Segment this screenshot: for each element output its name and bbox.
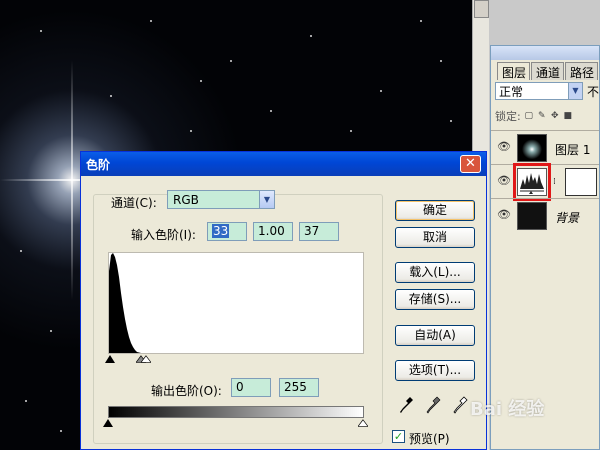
red-highlight-box xyxy=(513,163,551,201)
star xyxy=(380,90,382,92)
lock-transparent-icon[interactable]: ▢ xyxy=(524,111,534,121)
tab-paths[interactable]: 路径 xyxy=(565,62,598,80)
cancel-button[interactable]: 取消 xyxy=(395,227,475,248)
load-button[interactable]: 载入(L)... xyxy=(395,262,475,283)
ok-button[interactable]: 确定 xyxy=(395,200,475,221)
star xyxy=(270,110,272,112)
layer-name: 图层 1 xyxy=(555,143,591,157)
layer-row-levels-adjustment[interactable]: 👁 ⁞ xyxy=(491,163,599,201)
watermark: Bai 经验 xyxy=(470,399,545,420)
star xyxy=(150,20,152,22)
channel-label: 通道(C): xyxy=(111,196,157,210)
star xyxy=(420,20,422,22)
histogram xyxy=(108,252,364,354)
layer-name: 背景 xyxy=(555,211,580,225)
lock-paint-icon[interactable]: ✎ xyxy=(537,111,547,121)
layer-row[interactable]: 👁 背景 xyxy=(491,198,599,232)
input-level-black-field[interactable]: 33 xyxy=(207,222,247,241)
gray-eyedropper-icon[interactable] xyxy=(426,395,442,415)
output-level-black-field[interactable]: 0 xyxy=(231,378,271,397)
opacity-label: 不 xyxy=(587,85,600,99)
blend-mode-value: 正常 xyxy=(499,84,524,99)
lock-move-icon[interactable]: ✥ xyxy=(550,111,560,121)
input-black-slider[interactable] xyxy=(105,355,115,363)
lock-label: 锁定: xyxy=(495,110,521,123)
input-levels-label: 输入色阶(I): xyxy=(131,228,196,242)
preview-label: 预览(P) xyxy=(409,432,450,446)
options-button[interactable]: 选项(T)... xyxy=(395,360,475,381)
eye-icon[interactable]: 👁 xyxy=(497,141,511,153)
star xyxy=(25,400,27,402)
layer-thumbnail xyxy=(517,134,547,162)
input-level-white-field[interactable]: 37 xyxy=(299,222,339,241)
auto-button[interactable]: 自动(A) xyxy=(395,325,475,346)
layer-mask-thumbnail[interactable] xyxy=(565,168,597,196)
layers-panel: 图层 通道 路径 正常 ▼ 不 锁定: ▢ ✎ ✥ ■ 👁 图层 1 👁 ⁞ 👁… xyxy=(490,45,600,450)
tab-channels[interactable]: 通道 xyxy=(531,62,564,80)
lock-row: 锁定: ▢ ✎ ✥ ■ xyxy=(495,108,573,124)
histogram-shape xyxy=(109,253,141,353)
input-level-gamma-field[interactable]: 1.00 xyxy=(253,222,293,241)
star xyxy=(50,330,52,332)
preview-checkbox[interactable]: ✓ xyxy=(392,430,405,443)
blend-mode-select[interactable]: 正常 ▼ xyxy=(495,82,583,100)
scrollbar-thumb[interactable] xyxy=(474,0,489,18)
output-levels-label: 输出色阶(O): xyxy=(151,384,222,398)
output-level-white-field[interactable]: 255 xyxy=(279,378,319,397)
chevron-down-icon: ▼ xyxy=(568,83,582,99)
layer-row[interactable]: 👁 图层 1 xyxy=(491,130,599,164)
histogram-graph xyxy=(109,253,141,353)
output-gradient-bar xyxy=(108,406,364,418)
black-eyedropper-icon[interactable] xyxy=(399,395,415,415)
save-button[interactable]: 存储(S)... xyxy=(395,289,475,310)
star xyxy=(40,30,42,32)
star xyxy=(350,130,352,132)
star xyxy=(440,60,442,62)
star xyxy=(200,80,202,82)
star xyxy=(310,35,312,37)
close-icon[interactable]: ✕ xyxy=(460,155,481,173)
chain-link-icon: ⁞ xyxy=(553,177,556,187)
star-ray-vertical xyxy=(71,60,73,300)
output-white-slider[interactable] xyxy=(358,419,368,428)
layers-panel-titlebar[interactable] xyxy=(491,46,599,60)
dialog-title: 色阶 xyxy=(86,157,111,172)
input-level-black-value: 33 xyxy=(212,224,230,238)
white-eyedropper-icon[interactable] xyxy=(453,395,469,415)
dialog-titlebar[interactable]: 色阶 xyxy=(81,152,486,176)
star xyxy=(450,120,452,122)
star xyxy=(110,95,112,97)
lock-all-icon[interactable]: ■ xyxy=(563,111,573,121)
star xyxy=(190,130,192,132)
layer-thumbnail xyxy=(517,202,547,230)
channel-value: RGB xyxy=(173,192,199,207)
output-black-slider[interactable] xyxy=(103,419,113,427)
channel-select[interactable]: RGB ▼ xyxy=(167,190,275,209)
star xyxy=(60,430,62,432)
chevron-down-icon: ▼ xyxy=(259,191,274,208)
star xyxy=(20,250,22,252)
input-white-slider[interactable] xyxy=(141,355,151,364)
star xyxy=(230,60,232,62)
layers-panel-tabs: 图层 通道 路径 xyxy=(497,62,599,80)
eye-icon[interactable]: 👁 xyxy=(497,175,511,187)
tab-layers[interactable]: 图层 xyxy=(497,62,530,80)
levels-dialog: 色阶 ✕ 通道(C): RGB ▼ 输入色阶(I): 33 1.00 37 输出… xyxy=(80,151,487,450)
eye-icon[interactable]: 👁 xyxy=(497,209,511,221)
